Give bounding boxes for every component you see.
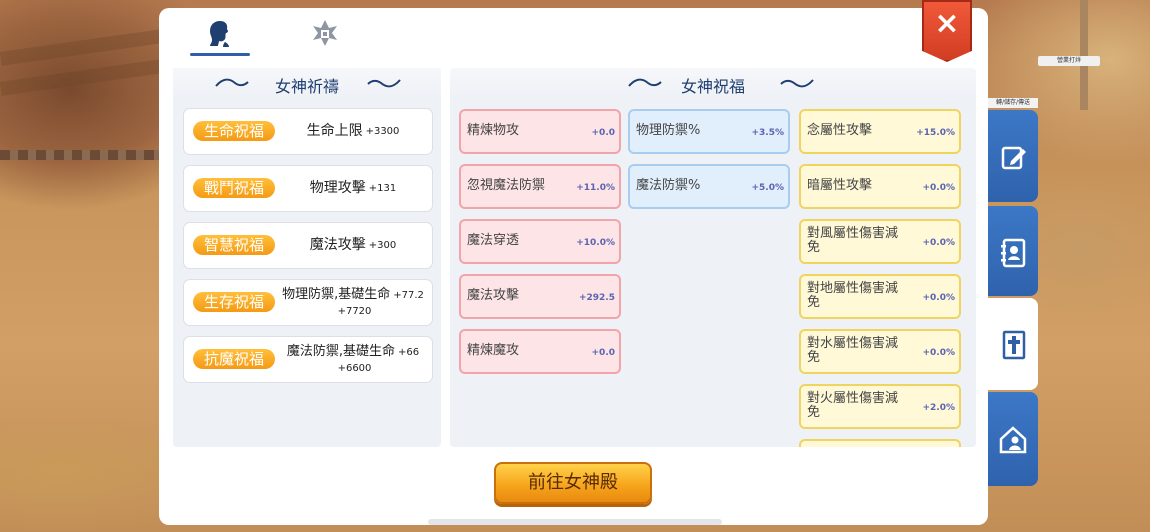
contact-book-icon	[1001, 238, 1026, 268]
blessing-stat-cell: 念屬性攻擊 +15.0%	[799, 109, 961, 154]
blessing-tag: 戰鬥祝福	[193, 178, 275, 198]
guild-house-icon	[999, 426, 1027, 454]
cell-value: +10.0%	[576, 238, 615, 248]
side-tab-edit[interactable]	[988, 110, 1038, 202]
blessing-stat-cell: 對水屬性傷害減免 +0.0%	[799, 329, 961, 374]
cell-value: +2.0%	[922, 403, 955, 413]
blessing-stat-name: 魔法攻擊	[309, 237, 366, 253]
section-header: 女神祝福	[450, 68, 976, 98]
blessing-stat-value: +3300	[365, 126, 400, 137]
cell-value: +3.5%	[751, 128, 784, 138]
emblem-icon	[313, 20, 337, 46]
side-tab-guild[interactable]	[988, 392, 1038, 486]
cell-value: +0.0%	[922, 293, 955, 303]
goddess-prayer-panel: 女神祈禱 生命祝福 生命上限 +3300 戰鬥祝福 物理攻擊 +131 智慧祝福 魔…	[173, 68, 441, 447]
section-header: 女神祈禱	[173, 68, 441, 98]
blessing-stat-cell: 魔法穿透 +10.0%	[459, 219, 621, 264]
cell-value: +11.0%	[576, 183, 615, 193]
cell-name: 魔法穿透	[467, 233, 520, 248]
blessing-stat-cell: 精煉魔攻 +0.0	[459, 329, 621, 374]
blessing-stat: 魔法攻擊 +300	[280, 223, 426, 268]
cell-name: 精煉物攻	[467, 123, 520, 138]
cell-value: +0.0	[591, 348, 615, 358]
cell-value: +0.0%	[922, 238, 955, 248]
wave-ornament-icon	[367, 79, 401, 88]
cell-value: +5.0%	[751, 183, 784, 193]
blessing-stat-value-2: +6600	[337, 362, 372, 374]
blessing-stat-cell: 暗屬性攻擊 +0.0%	[799, 164, 961, 209]
close-icon: ×	[934, 6, 960, 41]
blessing-stat: 物理攻擊 +131	[280, 166, 426, 211]
tab-emblem[interactable]	[305, 16, 345, 52]
cell-name: 對風屬性傷害減免	[807, 226, 899, 255]
cell-value: +0.0%	[922, 183, 955, 193]
horizontal-scrollbar[interactable]	[428, 519, 722, 525]
bg-chain	[0, 150, 160, 160]
cell-name: 物理防禦%	[636, 123, 701, 138]
blessing-stat-cell: 物理防禦% +3.5%	[628, 109, 790, 154]
blessing-row: 生命祝福 生命上限 +3300	[183, 108, 433, 155]
tab-active-underline	[190, 53, 250, 56]
blessing-stat-value: +77.2	[393, 289, 424, 301]
cell-name: 對火屬性傷害減免	[807, 391, 899, 420]
blessing-tag: 抗魔祝福	[193, 349, 275, 369]
blessing-row: 生存祝福 物理防禦,基礎生命 +77.2 +7720	[183, 279, 433, 326]
blessing-stat-value: +66	[398, 346, 420, 358]
blessing-row: 戰鬥祝福 物理攻擊 +131	[183, 165, 433, 212]
side-tab-contacts[interactable]	[988, 206, 1038, 296]
bg-stripe	[0, 58, 171, 96]
cell-name: 忽視魔法防禦	[467, 178, 546, 193]
section-title: 女神祝福	[680, 77, 745, 96]
edit-icon	[1001, 146, 1026, 170]
bg-pole	[1080, 0, 1088, 110]
cell-name: 對地屬性傷害減免	[807, 281, 899, 310]
blessing-row: 智慧祝福 魔法攻擊 +300	[183, 222, 433, 269]
blessing-stat-cell: 魔法防禦% +5.0%	[628, 164, 790, 209]
blessing-row: 抗魔祝福 魔法防禦,基礎生命 +66 +6600	[183, 336, 433, 383]
blessing-stat-cell: 魔法攻擊 +292.5	[459, 274, 621, 319]
blessing-stat-value: +300	[368, 240, 397, 251]
blessing-stat-value: +131	[368, 183, 397, 194]
cell-name: 魔法防禦%	[636, 178, 701, 193]
cell-name: 精煉魔攻	[467, 343, 520, 358]
cell-value: +0.0%	[922, 348, 955, 358]
cell-name: 魔法攻擊	[467, 288, 520, 303]
bg-stripe	[0, 28, 171, 66]
blessing-stat-cell: 對火屬性傷害減免 +2.0%	[799, 384, 961, 429]
wave-ornament-icon	[780, 79, 814, 88]
bg-sign-2: 轉/儲存/傳送	[988, 98, 1038, 108]
blessing-tag: 生命祝福	[193, 121, 275, 141]
blessing-stat-cell-partial	[799, 439, 961, 447]
go-to-goddess-temple-button[interactable]: 前往女神殿	[494, 462, 652, 504]
blessing-stat-name: 物理防禦,基礎生命	[282, 286, 391, 302]
blessing-list: 生命祝福 生命上限 +3300 戰鬥祝福 物理攻擊 +131 智慧祝福 魔法攻擊 +3…	[183, 108, 433, 393]
cell-value: +292.5	[578, 293, 615, 303]
blessing-stat: 魔法防禦,基礎生命 +66 +6600	[280, 337, 426, 382]
close-button[interactable]: ×	[922, 0, 972, 62]
blessing-stat-name: 物理攻擊	[309, 180, 366, 196]
blessing-stat-value-2: +7720	[337, 305, 372, 317]
blessing-stat-cell: 忽視魔法防禦 +11.0%	[459, 164, 621, 209]
blessing-tag: 生存祝福	[193, 292, 275, 312]
tab-goddess[interactable]	[190, 14, 250, 56]
cross-icon	[1002, 330, 1026, 360]
goddess-blessing-panel[interactable]: 女神祝福 精煉物攻 +0.0 忽視魔法防禦 +11.0% 魔法穿透 +10.0%…	[450, 68, 976, 447]
cell-name: 對水屬性傷害減免	[807, 336, 899, 365]
cell-value: +15.0%	[916, 128, 955, 138]
blessing-stat: 生命上限 +3300	[280, 109, 426, 154]
bg-sign: 營業打烊	[1038, 56, 1100, 66]
goddess-head-icon	[210, 21, 229, 47]
blessing-stat-name: 生命上限	[306, 123, 363, 139]
blessing-stat: 物理防禦,基礎生命 +77.2 +7720	[280, 280, 426, 325]
blessing-stat-name: 魔法防禦,基礎生命	[286, 343, 396, 359]
blessing-stat-cell: 對風屬性傷害減免 +0.0%	[799, 219, 961, 264]
blessing-stat-cell: 對地屬性傷害減免 +0.0%	[799, 274, 961, 319]
side-tab-goddess[interactable]	[988, 298, 1038, 390]
cell-name: 暗屬性攻擊	[807, 178, 873, 193]
cell-name: 念屬性攻擊	[807, 123, 873, 138]
cell-value: +0.0	[591, 128, 615, 138]
blessing-stat-cell: 精煉物攻 +0.0	[459, 109, 621, 154]
blessing-tag: 智慧祝福	[193, 235, 275, 255]
